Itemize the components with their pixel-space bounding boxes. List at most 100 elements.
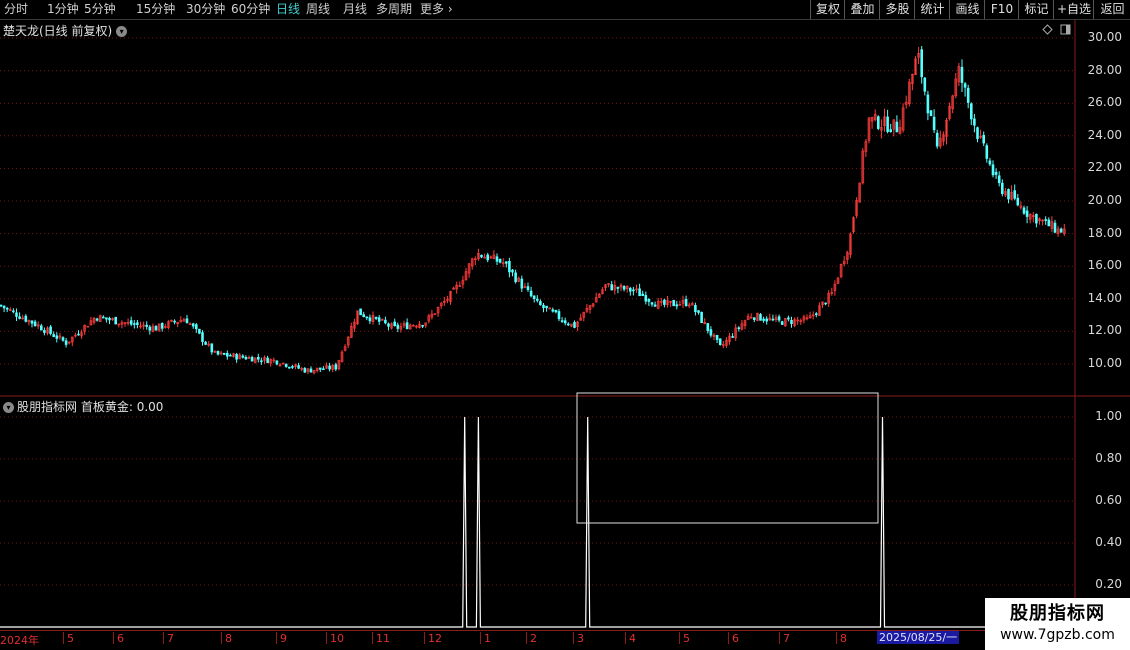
candle-body — [402, 323, 406, 326]
candle-body — [597, 293, 601, 298]
diamond-icon[interactable] — [1042, 24, 1053, 35]
candle-body — [963, 83, 967, 88]
period-tab[interactable]: 1分钟 — [47, 2, 79, 17]
candle-body — [935, 132, 939, 147]
indicator-grid — [0, 416, 1075, 586]
period-tab[interactable]: 月线 — [343, 2, 367, 17]
candle-body — [201, 332, 204, 342]
period-tab[interactable]: 多周期 — [376, 2, 412, 17]
date-tick-label: 5 — [63, 632, 74, 645]
candle-body — [557, 311, 561, 320]
candle-body — [870, 116, 874, 122]
indicator-line-label: 首板黄金: — [80, 400, 133, 414]
candle-body — [387, 323, 390, 327]
candle-body — [133, 323, 136, 325]
candle-body — [756, 312, 759, 321]
period-tab[interactable]: 30分钟 — [186, 2, 225, 17]
candle-body — [932, 116, 936, 131]
candle-body — [774, 317, 778, 321]
candle-body — [80, 332, 83, 337]
period-tab[interactable]: 日线 — [276, 2, 300, 17]
candle-body — [464, 271, 468, 281]
candle-body — [297, 365, 300, 369]
date-tick-label: 11 — [372, 632, 390, 645]
dropdown-icon[interactable]: ▾ — [116, 26, 128, 37]
candle-body — [291, 366, 294, 368]
candle-body — [849, 233, 852, 255]
candle-body — [9, 309, 12, 311]
period-tab[interactable]: 更多 › — [420, 2, 453, 17]
candle-body — [232, 353, 235, 357]
candle-body — [876, 116, 880, 129]
candle-body — [139, 325, 142, 328]
candle-body — [207, 343, 210, 346]
panel-toggle-icon[interactable] — [1060, 24, 1071, 35]
period-tab[interactable]: 周线 — [306, 2, 330, 17]
current-date: 2025/08/25/一 — [877, 631, 960, 644]
candle-body — [929, 110, 933, 117]
candle-body — [111, 318, 114, 320]
price-tick-label: 18.00 — [1087, 225, 1122, 240]
candle-body — [95, 318, 99, 321]
date-tick-label: 2 — [526, 632, 537, 645]
period-tab[interactable]: 分时 — [4, 2, 28, 17]
toolbar-button[interactable]: 复权 — [810, 0, 845, 19]
candle-body — [827, 292, 831, 304]
date-tick-label: 8 — [836, 632, 847, 645]
candle-body — [948, 105, 951, 119]
candle-body — [836, 277, 840, 284]
period-tab[interactable]: 5分钟 — [84, 2, 116, 17]
candle-body — [765, 318, 769, 322]
candle-body — [656, 300, 660, 309]
candle-body — [415, 325, 418, 328]
candle-body — [421, 325, 424, 327]
indicator-name: 股朋指标网 — [17, 400, 78, 414]
toolbar-button[interactable]: 叠加 — [844, 0, 880, 19]
date-tick-label: 6 — [113, 632, 124, 645]
candle-body — [892, 119, 896, 130]
candle-body — [489, 256, 493, 259]
period-tab[interactable]: 15分钟 — [136, 2, 175, 17]
indicator-tick-label: 0.20 — [1095, 577, 1122, 591]
candle-body — [582, 311, 586, 318]
candle-body — [576, 321, 579, 328]
dropdown-icon[interactable]: ▾ — [3, 402, 14, 413]
toolbar-button[interactable]: +自选 — [1053, 0, 1094, 19]
candle-body — [195, 324, 198, 330]
toolbar-button[interactable]: 统计 — [914, 0, 950, 19]
candle-body — [681, 299, 685, 304]
candle-body — [926, 94, 930, 114]
indicator-tick-label: 1.00 — [1095, 409, 1122, 423]
candle-body — [256, 356, 260, 360]
toolbar-button[interactable]: 画线 — [949, 0, 985, 19]
candle-body — [1028, 213, 1032, 220]
candle-body — [687, 304, 691, 307]
candle-body — [241, 355, 245, 358]
toolbar-button[interactable]: F10 — [984, 0, 1019, 19]
candle-body — [1059, 228, 1063, 233]
candle-body — [36, 324, 40, 327]
indicator-tick-label: 0.40 — [1095, 535, 1122, 549]
candle-body — [461, 279, 465, 285]
price-candles — [0, 45, 1066, 375]
candle-body — [418, 323, 421, 328]
candle-body — [601, 289, 604, 294]
candle-body — [976, 127, 979, 139]
candle-body — [18, 316, 21, 319]
candle-body — [712, 334, 716, 337]
toolbar: 分时 1分钟 5分钟 15分钟 30分钟 60分钟 日线 周线 月线 多周期 更多 › 复权 叠加 多股… — [0, 0, 1130, 20]
period-tab[interactable]: 60分钟 — [231, 2, 270, 17]
toolbar-button[interactable]: 返回 — [1093, 0, 1130, 19]
chart-area[interactable] — [0, 0, 1130, 650]
candle-body — [64, 340, 68, 345]
candle-body — [272, 359, 276, 362]
candle-body — [129, 320, 133, 325]
candle-body — [0, 304, 3, 307]
toolbar-button[interactable]: 标记 — [1018, 0, 1054, 19]
candle-body — [55, 335, 59, 339]
toolbar-button[interactable]: 多股 — [879, 0, 915, 19]
candle-body — [306, 368, 310, 372]
candle-body — [164, 326, 167, 328]
candle-body — [749, 316, 753, 319]
candle-body — [752, 317, 756, 321]
